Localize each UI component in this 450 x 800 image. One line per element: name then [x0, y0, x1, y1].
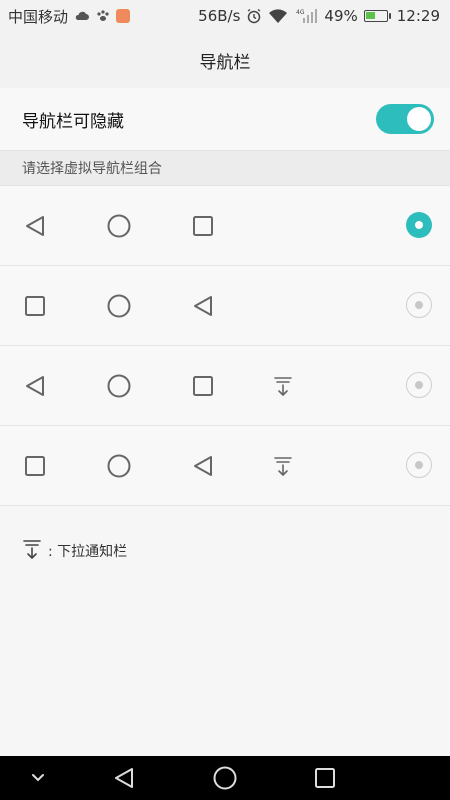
battery-percent: 49% [324, 7, 358, 25]
page-title: 导航栏 [0, 32, 450, 88]
nav-combination-option-2[interactable] [0, 266, 450, 346]
radio-dot [415, 221, 423, 229]
system-back-button[interactable] [112, 766, 136, 790]
status-bar-right: 56B/s 4G 49% 12:29 [198, 7, 450, 25]
alarm-icon [246, 8, 262, 24]
radio-dot [415, 461, 423, 469]
back-icon [191, 294, 215, 318]
toggle-knob [407, 107, 431, 131]
option-radio-3[interactable] [406, 372, 432, 398]
back-icon [191, 454, 215, 478]
back-icon [23, 374, 47, 398]
option-radio-1[interactable] [406, 212, 432, 238]
pull-down-notification-icon [271, 374, 295, 398]
legend: : 下拉通知栏 [22, 538, 127, 564]
hideable-nav-bar-label: 导航栏可隐藏 [22, 111, 124, 132]
system-home-button[interactable] [212, 766, 238, 790]
page-title-text: 导航栏 [199, 52, 251, 73]
option-radio-2[interactable] [406, 292, 432, 318]
network-speed: 56B/s [198, 7, 241, 25]
wifi-icon [268, 8, 288, 24]
back-icon [23, 214, 47, 238]
nav-combination-option-1[interactable] [0, 186, 450, 266]
home-icon [107, 294, 131, 318]
pull-down-notification-icon [22, 538, 42, 564]
clock: 12:29 [396, 7, 440, 25]
legend-text: : 下拉通知栏 [48, 544, 128, 560]
status-bar-left: 中国移动 [0, 6, 131, 27]
recent-icon [191, 214, 215, 238]
option-radio-4[interactable] [406, 452, 432, 478]
battery-icon [363, 10, 391, 22]
status-bar: 中国移动 56B/s 4G 49% 12:29 [0, 0, 450, 32]
radio-dot [415, 301, 423, 309]
recent-icon [23, 454, 47, 478]
signal-icon: 4G [294, 8, 318, 24]
system-nav-bar [0, 756, 450, 800]
hideable-nav-bar-toggle[interactable] [376, 104, 434, 134]
carrier-name: 中国移动 [8, 7, 69, 26]
section-header: 请选择虚拟导航栏组合 [0, 150, 450, 186]
recent-icon [191, 374, 215, 398]
nav-combination-option-3[interactable] [0, 346, 450, 426]
cloud-icon [74, 10, 90, 22]
radio-dot [415, 381, 423, 389]
home-icon [107, 214, 131, 238]
app-notification-icon [116, 9, 131, 23]
system-recent-button[interactable] [314, 766, 336, 790]
network-type: 4G [296, 9, 305, 16]
hide-chevron-icon[interactable] [28, 766, 48, 790]
home-icon [107, 454, 131, 478]
hideable-nav-bar-setting[interactable]: 导航栏可隐藏 [0, 88, 450, 150]
recent-icon [23, 294, 47, 318]
pull-down-notification-icon [271, 454, 295, 478]
section-header-text: 请选择虚拟导航栏组合 [22, 161, 162, 177]
home-icon [107, 374, 131, 398]
nav-combination-list [0, 186, 450, 506]
nav-combination-option-4[interactable] [0, 426, 450, 506]
paw-icon [96, 9, 110, 23]
